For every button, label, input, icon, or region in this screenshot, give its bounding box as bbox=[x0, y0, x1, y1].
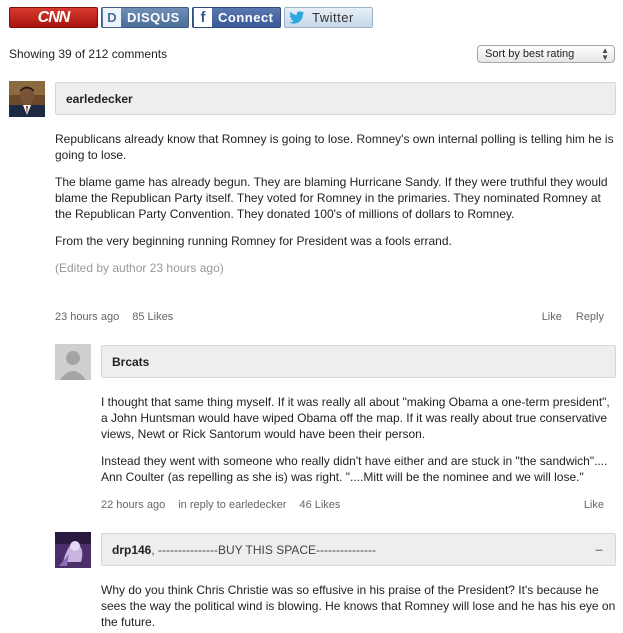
disqus-icon: D bbox=[103, 8, 121, 27]
twitter-login-button[interactable]: Twitter bbox=[284, 7, 373, 28]
comment-footer: 22 hours ago in reply to earledecker 46 … bbox=[101, 499, 604, 511]
author-bar: earledecker bbox=[55, 82, 616, 115]
comment-count: Showing 39 of 212 comments bbox=[9, 47, 168, 61]
like-count: 46 Likes bbox=[299, 499, 341, 511]
comment-paragraph: The blame game has already begun. They a… bbox=[55, 175, 608, 221]
login-bar: CNN D DISQUS f Connect Twitter bbox=[9, 7, 373, 28]
author-bar: Brcats bbox=[101, 345, 616, 378]
facebook-icon: f bbox=[194, 8, 212, 27]
sort-value: Sort by best rating bbox=[485, 48, 575, 60]
comment-body: I thought that same thing myself. If it … bbox=[101, 394, 616, 485]
comment-footer: 23 hours ago 85 Likes Like Reply bbox=[55, 311, 604, 323]
like-count: 85 Likes bbox=[132, 311, 174, 323]
facebook-connect-button[interactable]: f Connect bbox=[192, 7, 281, 28]
comment-paragraph: Why do you think Chris Christie was so e… bbox=[101, 583, 616, 629]
author-signature: , ---------------BUY THIS SPACE---------… bbox=[151, 542, 376, 557]
disqus-login-button[interactable]: D DISQUS bbox=[101, 7, 189, 28]
author-bar: drp146 , ---------------BUY THIS SPACE--… bbox=[101, 533, 616, 566]
like-button[interactable]: Like bbox=[542, 311, 562, 323]
author-name[interactable]: earledecker bbox=[66, 92, 133, 106]
avatar[interactable] bbox=[9, 81, 45, 117]
comment-timestamp[interactable]: 23 hours ago bbox=[55, 311, 119, 323]
in-reply-to-link[interactable]: in reply to earledecker bbox=[178, 499, 286, 511]
sort-select[interactable]: Sort by best rating ▲ ▼ bbox=[477, 45, 615, 63]
like-button[interactable]: Like bbox=[584, 499, 604, 511]
avatar-placeholder[interactable] bbox=[55, 344, 91, 380]
comment-timestamp[interactable]: 22 hours ago bbox=[101, 499, 165, 511]
twitter-icon bbox=[288, 8, 306, 27]
facebook-label: Connect bbox=[218, 10, 274, 25]
comment-body: Republicans already know that Romney is … bbox=[55, 131, 616, 276]
comment-paragraph: Republicans already know that Romney is … bbox=[55, 132, 614, 162]
edited-note: (Edited by author 23 hours ago) bbox=[55, 261, 224, 275]
cnn-login-button[interactable]: CNN bbox=[9, 7, 98, 28]
twitter-label: Twitter bbox=[312, 10, 354, 25]
collapse-icon[interactable]: – bbox=[593, 542, 605, 556]
author-name[interactable]: Brcats bbox=[112, 355, 149, 369]
reply-button[interactable]: Reply bbox=[576, 311, 604, 323]
avatar[interactable] bbox=[55, 532, 91, 568]
comment-body: Why do you think Chris Christie was so e… bbox=[101, 582, 616, 630]
author-name[interactable]: drp146 bbox=[112, 543, 151, 557]
comment-paragraph: I thought that same thing myself. If it … bbox=[101, 395, 610, 441]
comment-paragraph: From the very beginning running Romney f… bbox=[55, 234, 452, 248]
comment-paragraph: Instead they went with someone who reall… bbox=[101, 454, 608, 484]
cnn-logo: CNN bbox=[37, 8, 71, 26]
select-arrows-icon: ▲ ▼ bbox=[601, 46, 609, 62]
disqus-label: DISQUS bbox=[127, 10, 180, 25]
